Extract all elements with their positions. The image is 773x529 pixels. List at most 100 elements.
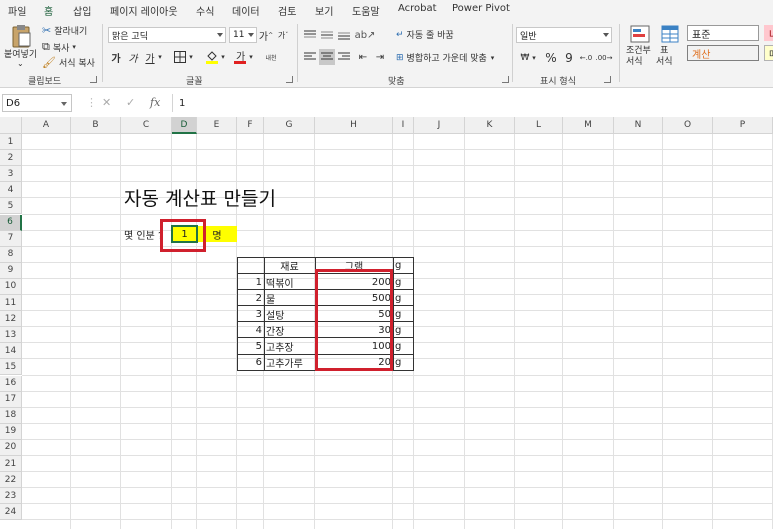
row-header-9[interactable]: 9 xyxy=(0,262,22,279)
align-right-button[interactable] xyxy=(336,49,352,65)
align-middle-button[interactable] xyxy=(319,27,335,43)
unit-header[interactable]: g xyxy=(395,258,401,273)
fill-dropdown-icon[interactable]: ▾ xyxy=(219,49,227,65)
row-header-20[interactable]: 20 xyxy=(0,439,22,456)
percent-button[interactable]: % xyxy=(543,50,559,66)
tab-insert[interactable]: 삽입 xyxy=(73,3,91,18)
column-header-f[interactable]: F xyxy=(237,117,264,134)
column-header-l[interactable]: L xyxy=(515,117,563,134)
increase-decimal-button[interactable]: ←.0 xyxy=(578,50,594,66)
font-color-dropdown-icon[interactable]: ▾ xyxy=(247,49,255,65)
row-header-23[interactable]: 23 xyxy=(0,488,22,505)
font-name-combo[interactable]: 맑은 고딕 xyxy=(108,27,226,43)
number-format-combo[interactable]: 일반 xyxy=(516,27,612,43)
ingredient-name-cell[interactable]: 물 xyxy=(264,290,315,306)
tab-power-pivot[interactable]: Power Pivot xyxy=(452,3,510,14)
check-icon[interactable]: ✓ xyxy=(126,96,135,109)
fill-color-button[interactable] xyxy=(204,49,220,65)
row-header-3[interactable]: 3 xyxy=(0,166,22,183)
font-size-combo[interactable]: 11 xyxy=(229,27,257,43)
merge-center-button[interactable]: ⊞ 병합하고 가운데 맞춤 ▾ xyxy=(396,51,494,65)
ingredient-number-cell[interactable]: 2 xyxy=(237,290,264,306)
gram-unit-cell[interactable]: g xyxy=(393,338,414,354)
column-header-p[interactable]: P xyxy=(713,117,773,134)
grow-font-button[interactable]: 가 ^ xyxy=(258,27,274,43)
cut-button[interactable]: ✂ 잘라내기 xyxy=(42,24,87,37)
ingredient-name-cell[interactable]: 떡볶이 xyxy=(264,274,315,290)
style-calculation[interactable]: 계산 xyxy=(687,45,759,61)
ingredient-number-cell[interactable]: 4 xyxy=(237,322,264,338)
alignment-launcher-icon[interactable] xyxy=(502,76,509,83)
ingredient-name-cell[interactable]: 고추가루 xyxy=(264,355,315,371)
ingredient-name-cell[interactable]: 고추장 xyxy=(264,338,315,354)
borders-dropdown-icon[interactable]: ▾ xyxy=(187,49,195,65)
column-header-d[interactable]: D xyxy=(172,117,197,134)
row-header-16[interactable]: 16 xyxy=(0,375,22,392)
row-header-21[interactable]: 21 xyxy=(0,456,22,473)
row-header-15[interactable]: 15 xyxy=(0,359,22,376)
paste-button[interactable] xyxy=(6,24,36,48)
decrease-decimal-button[interactable]: .00→ xyxy=(596,50,613,66)
tab-formulas[interactable]: 수식 xyxy=(196,3,214,18)
accounting-dropdown-icon[interactable]: ▾ xyxy=(530,50,538,66)
column-header-o[interactable]: O xyxy=(663,117,713,134)
underline-dropdown-icon[interactable]: ▾ xyxy=(156,49,164,65)
sheet-title[interactable]: 자동 계산표 만들기 xyxy=(124,185,276,210)
conditional-format-button[interactable] xyxy=(626,24,654,44)
gram-unit-cell[interactable]: g xyxy=(393,306,414,322)
ingredient-header[interactable]: 재료 xyxy=(264,258,315,273)
ingredient-number-cell[interactable]: 6 xyxy=(237,355,264,371)
row-header-22[interactable]: 22 xyxy=(0,472,22,489)
ingredient-number-cell[interactable]: 1 xyxy=(237,274,264,290)
column-header-i[interactable]: I xyxy=(393,117,414,134)
format-as-table-button[interactable] xyxy=(660,24,680,44)
format-as-table-label[interactable]: 표 서식 xyxy=(656,46,673,68)
clipboard-launcher-icon[interactable] xyxy=(90,76,97,83)
bold-button[interactable]: 가 xyxy=(108,49,124,65)
italic-button[interactable]: 가 xyxy=(125,49,141,65)
worksheet-grid[interactable]: ABCDEFGHIJKLMNOP 1 2 3 4 5 6 7 8 9 10 11 12 13 14 15 16… xyxy=(0,117,773,529)
gram-unit-cell[interactable]: g xyxy=(393,274,414,290)
row-header-5[interactable]: 5 xyxy=(0,198,22,215)
font-color-button[interactable]: 가 xyxy=(232,49,248,65)
column-header-a[interactable]: A xyxy=(22,117,71,134)
column-header-m[interactable]: M xyxy=(563,117,614,134)
gram-unit-cell[interactable]: g xyxy=(393,290,414,306)
ingredient-name-cell[interactable]: 설탕 xyxy=(264,306,315,322)
column-header-g[interactable]: G xyxy=(264,117,315,134)
row-header-12[interactable]: 12 xyxy=(0,311,22,328)
gram-unit-cell[interactable]: g xyxy=(393,322,414,338)
style-normal[interactable]: 표준 xyxy=(687,25,759,41)
style-note[interactable]: 메 xyxy=(764,45,773,61)
row-header-19[interactable]: 19 xyxy=(0,423,22,440)
row-header-11[interactable]: 11 xyxy=(0,295,22,312)
wrap-text-button[interactable]: ↵ 자동 줄 바꿈 xyxy=(396,28,454,42)
row-header-18[interactable]: 18 xyxy=(0,407,22,424)
paste-dropdown-icon[interactable]: ⌄ xyxy=(17,59,24,68)
row-header-10[interactable]: 10 xyxy=(0,278,22,295)
tab-help[interactable]: 도움말 xyxy=(352,3,380,18)
ingredient-number-cell[interactable]: 3 xyxy=(237,306,264,322)
insert-function-button[interactable]: fx xyxy=(150,96,160,109)
column-header-n[interactable]: N xyxy=(614,117,663,134)
select-all-button[interactable] xyxy=(0,117,22,134)
people-label[interactable]: 몇 인분 ? xyxy=(124,226,163,242)
column-header-c[interactable]: C xyxy=(121,117,172,134)
decrease-indent-button[interactable]: ⇤ xyxy=(355,49,371,65)
formula-input[interactable]: 1 xyxy=(172,94,773,112)
style-bad[interactable]: 나 xyxy=(764,25,773,41)
align-center-button[interactable] xyxy=(319,49,335,65)
tab-view[interactable]: 보기 xyxy=(315,3,333,18)
column-header-h[interactable]: H xyxy=(315,117,393,134)
font-launcher-icon[interactable] xyxy=(286,76,293,83)
row-header-4[interactable]: 4 xyxy=(0,182,22,199)
phonetic-button[interactable]: 내천 xyxy=(262,49,280,65)
column-header-k[interactable]: K xyxy=(465,117,515,134)
row-header-1[interactable]: 1 xyxy=(0,134,22,151)
increase-indent-button[interactable]: ⇥ xyxy=(372,49,388,65)
tab-data[interactable]: 데이터 xyxy=(232,3,260,18)
row-header-8[interactable]: 8 xyxy=(0,246,22,263)
shrink-font-button[interactable]: 가ˇ xyxy=(275,27,291,43)
align-bottom-button[interactable] xyxy=(336,27,352,43)
tab-file[interactable]: 파일 xyxy=(8,3,26,18)
